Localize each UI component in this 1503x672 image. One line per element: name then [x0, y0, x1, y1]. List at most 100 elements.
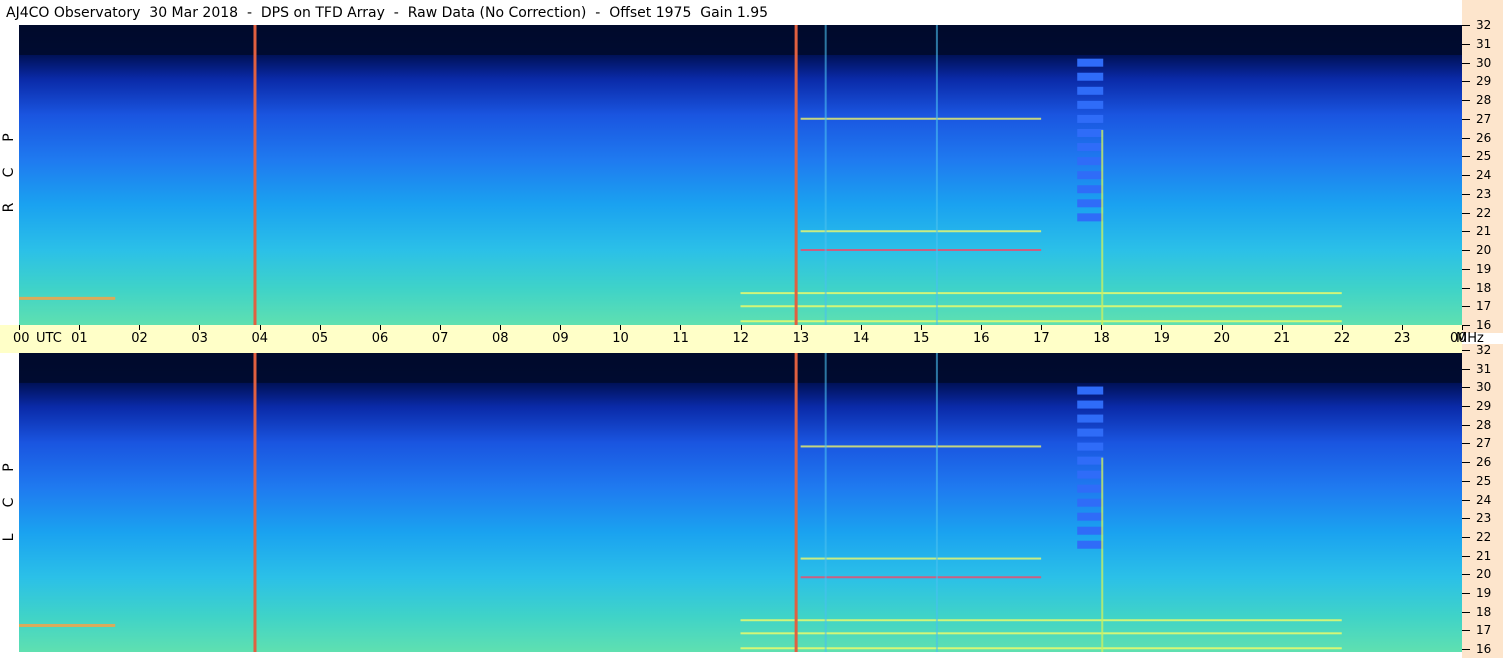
time-tick	[1401, 325, 1403, 330]
time-tick	[560, 325, 562, 330]
burst-pulse	[1077, 470, 1104, 479]
freq-tick-label: 28	[1476, 93, 1492, 107]
strong-vertical-line	[1101, 130, 1104, 325]
horizontal-band	[740, 292, 1342, 295]
time-tick	[1041, 325, 1043, 330]
freq-tick	[1462, 350, 1470, 351]
freq-tick	[1462, 100, 1470, 101]
burst-pulse	[1077, 526, 1104, 535]
burst-pulse	[1077, 442, 1104, 451]
time-tick-label: 06	[371, 331, 389, 346]
time-tick	[981, 325, 982, 330]
burst-pulse	[1077, 114, 1104, 123]
freq-tick	[1462, 518, 1470, 520]
lcp-spectrogram-svg	[19, 353, 1462, 652]
freq-tick	[1462, 81, 1470, 83]
rcp-spectrogram-svg	[19, 25, 1462, 325]
burst-pulse	[1077, 128, 1104, 137]
burst-pulse	[1077, 540, 1104, 549]
mhz-unit-label: MHz	[1456, 331, 1484, 346]
burst-pulse	[1077, 428, 1104, 437]
time-tick-label: 02	[131, 331, 148, 346]
time-tick	[1341, 325, 1343, 330]
freq-tick	[1462, 630, 1470, 632]
freq-tick-label: 25	[1476, 149, 1492, 164]
time-tick-label: 08	[492, 331, 509, 346]
horizontal-band	[740, 305, 1342, 308]
time-tick	[19, 325, 20, 330]
freq-tick	[1462, 250, 1470, 251]
faint-vertical-line	[935, 353, 938, 652]
time-tick	[439, 325, 441, 330]
utc-time-axis: 00 01 02 03 04 05 06 07 08 09 10 11 12 13 14 15 16 17 18 19…	[0, 325, 1484, 353]
freq-tick-label: 26	[1476, 130, 1492, 145]
lcp-frequency-axis: 16 17 18 19 20 21 22 23 24 25 26 27 28 29 30 31 32	[1462, 344, 1503, 658]
time-tick-label: 17	[1033, 331, 1050, 346]
burst-pulse	[1077, 484, 1104, 493]
time-tick	[259, 325, 261, 330]
freq-tick-label: 27	[1476, 111, 1492, 126]
freq-tick	[1462, 387, 1470, 389]
horizontal-band	[19, 623, 116, 627]
time-tick-label: 01	[71, 331, 88, 346]
lcp-spectrogram	[19, 353, 1462, 652]
freq-tick-label: 28	[1476, 417, 1492, 432]
strong-vertical-line	[1101, 457, 1104, 652]
freq-tick	[1462, 175, 1470, 176]
horizontal-band	[740, 647, 1342, 650]
time-tick	[319, 325, 321, 330]
interference-line	[253, 25, 257, 325]
burst-pulse	[1077, 414, 1104, 423]
freq-tick-label: 17	[1476, 623, 1492, 638]
time-tick	[1101, 325, 1103, 330]
time-tick-label: 05	[311, 331, 329, 346]
time-tick-label: 12	[732, 331, 750, 346]
freq-tick-label: 32	[1476, 18, 1492, 32]
rcp-frequency-axis: 16 17 18 19 20 21 22 23 24 25 26 27 28 29 30 31 32	[1462, 19, 1503, 333]
freq-tick-label: 22	[1476, 529, 1492, 544]
time-tick	[139, 325, 141, 330]
horizontal-band	[19, 296, 116, 300]
freq-tick-label: 22	[1476, 205, 1492, 220]
burst-pulse	[1077, 171, 1104, 180]
time-tick	[1281, 325, 1283, 330]
time-tick-label: 03	[191, 331, 208, 346]
freq-tick-label: 23	[1476, 186, 1492, 201]
freq-tick-label: 21	[1476, 548, 1492, 563]
time-tick	[379, 325, 381, 330]
time-tick-label: 00	[13, 331, 30, 346]
freq-tick	[1462, 306, 1470, 308]
time-tick	[1161, 325, 1163, 330]
time-tick	[620, 325, 622, 330]
freq-tick	[1462, 592, 1470, 594]
freq-tick-label: 17	[1476, 299, 1492, 314]
time-tick-label: 14	[852, 331, 870, 346]
horizontal-band	[800, 230, 1042, 233]
time-tick	[1221, 325, 1223, 330]
time-tick-label: 07	[431, 331, 449, 346]
burst-pulse	[1077, 386, 1104, 395]
burst-pulse	[1077, 86, 1104, 95]
burst-pulse	[1077, 213, 1104, 222]
time-tick	[199, 325, 201, 330]
interference-line	[794, 353, 798, 652]
freq-tick	[1462, 443, 1470, 445]
horizontal-band	[800, 576, 1042, 579]
freq-tick	[1462, 137, 1470, 139]
freq-tick-label: 24	[1476, 168, 1492, 182]
freq-tick-label: 18	[1476, 604, 1492, 619]
freq-tick	[1462, 62, 1470, 64]
lcp-label: P C L	[0, 450, 19, 555]
freq-tick	[1462, 480, 1470, 482]
freq-tick	[1462, 555, 1470, 557]
burst-pulse	[1077, 456, 1104, 465]
time-tick-label: 21	[1273, 331, 1291, 346]
time-tick-label: 10	[612, 331, 629, 346]
time-tick-label: 15	[912, 331, 930, 346]
burst-pulse	[1077, 72, 1104, 81]
freq-tick-label: 16	[1476, 318, 1492, 332]
freq-tick	[1462, 406, 1470, 408]
freq-tick-label: 23	[1476, 511, 1492, 526]
faint-vertical-line	[824, 25, 827, 325]
chart-title: AJ4CO Observatory 30 Mar 2018 - DPS on T…	[6, 5, 769, 21]
